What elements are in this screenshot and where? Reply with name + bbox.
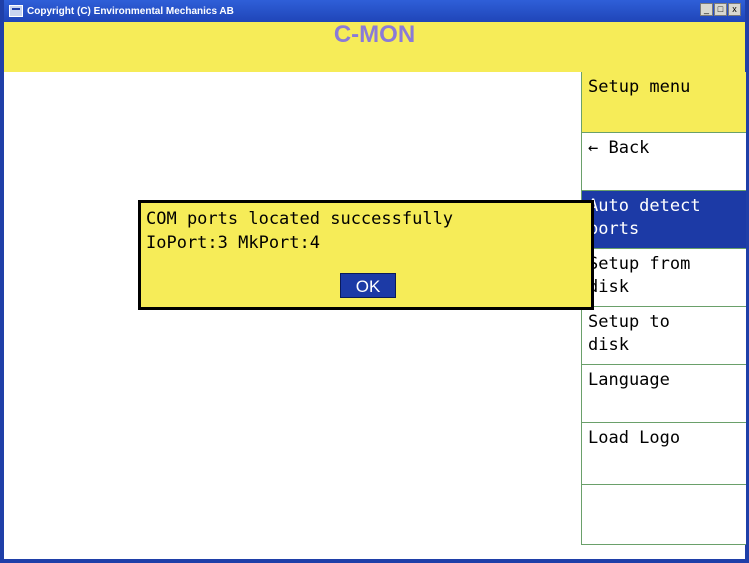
dialog-message-line2: IoPort:3 MkPort:4 [146,233,320,253]
menu-header: Setup menu [582,72,746,133]
close-button[interactable]: x [728,3,741,16]
menu-item-back[interactable]: ← Back [582,133,746,191]
menu-item-setup-from-disk[interactable]: Setup from disk [582,249,746,307]
ok-button[interactable]: OK [340,273,396,298]
menu-item-auto-detect-ports[interactable]: Auto detect ports [582,191,746,249]
menu-item-load-logo[interactable]: Load Logo [582,423,746,485]
menu-item-setup-to-disk[interactable]: Setup to disk [582,307,746,365]
menu-item-language[interactable]: Language [582,365,746,423]
app-window: Copyright (C) Environmental Mechanics AB… [0,0,749,563]
window-controls: _ □ x [699,3,741,16]
app-title: C-MON [333,21,416,48]
title-bar[interactable]: Copyright (C) Environmental Mechanics AB… [4,0,745,22]
status-dialog: COM ports located successfully IoPort:3 … [138,200,594,310]
app-header: C-MON [4,22,745,72]
window-app-icon[interactable] [9,5,23,17]
minimize-button[interactable]: _ [700,3,713,16]
setup-menu: Setup menu ← Back Auto detect ports Setu… [581,72,746,545]
menu-scroll-down-button[interactable] [582,485,746,545]
window-title: Copyright (C) Environmental Mechanics AB [27,5,234,17]
dialog-message-line1: COM ports located successfully [146,209,454,229]
maximize-button[interactable]: □ [714,3,727,16]
